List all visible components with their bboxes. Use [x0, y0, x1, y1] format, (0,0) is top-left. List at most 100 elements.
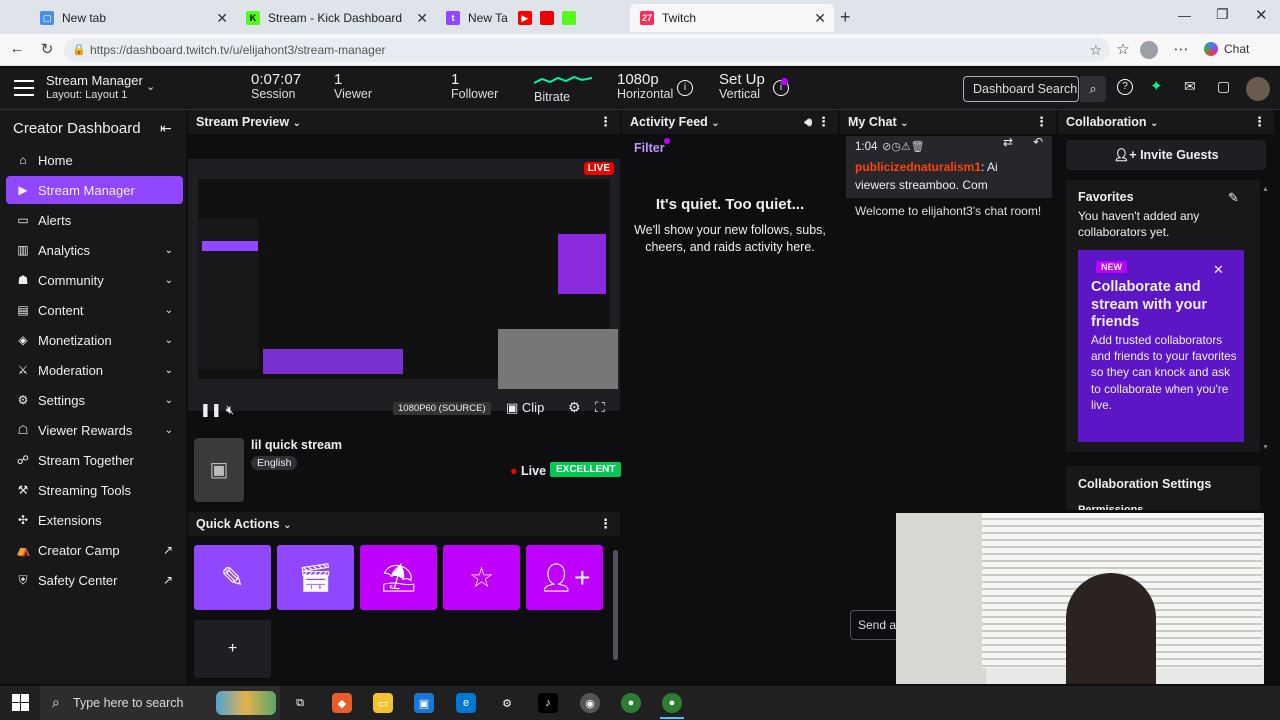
- scroll-down-icon[interactable]: ▼: [1262, 444, 1269, 451]
- tiktok-icon[interactable]: ♪: [538, 693, 558, 713]
- fullscreen-icon[interactable]: ⛶: [595, 399, 605, 416]
- close-icon[interactable]: ✕: [416, 10, 428, 27]
- profile-icon[interactable]: [1140, 41, 1158, 59]
- help-icon[interactable]: ?: [1117, 79, 1133, 95]
- video-player[interactable]: LIVE ❚❚ 🔇︎ 1080P60 (SOURCE) ▣ Clip ⚙ ⛶: [188, 159, 620, 417]
- prime-icon[interactable]: ✦: [1150, 77, 1163, 95]
- maximize-button[interactable]: ❐: [1216, 6, 1229, 23]
- rewards-button[interactable]: ⛱: [360, 545, 437, 610]
- pause-icon[interactable]: ❚❚: [200, 402, 222, 418]
- sidebar-item-analytics[interactable]: ▥ Analytics ⌄: [6, 236, 183, 264]
- collapse-icon[interactable]: ⇤: [160, 120, 172, 137]
- chevron-down-icon[interactable]: ⌄: [283, 520, 291, 531]
- filter-button[interactable]: Filter: [634, 141, 665, 155]
- app-icon[interactable]: ⚙: [497, 693, 517, 713]
- pin-icon[interactable]: ⇄: [1003, 135, 1013, 149]
- clip-action-button[interactable]: 🎬︎: [277, 545, 354, 610]
- highlight-button[interactable]: ☆: [443, 545, 520, 610]
- edit-stream-info-button[interactable]: ✎: [194, 545, 271, 610]
- chevron-down-icon[interactable]: ⌄: [165, 275, 173, 286]
- inbox-icon[interactable]: ✉: [1184, 78, 1196, 95]
- more-vertical-icon[interactable]: ⋮: [599, 110, 612, 134]
- info-icon[interactable]: i: [677, 80, 693, 96]
- scrollbar[interactable]: [613, 550, 618, 660]
- mute-icon[interactable]: 🔇︎: [226, 402, 234, 418]
- new-tab-button[interactable]: +: [840, 7, 851, 28]
- chevron-down-icon[interactable]: ⌄: [165, 395, 173, 406]
- scroll-up-icon[interactable]: ▲: [1262, 186, 1269, 193]
- more-vertical-icon[interactable]: ⋮: [1253, 110, 1266, 134]
- setup-vertical[interactable]: Set Up Vertical: [719, 72, 765, 101]
- menu-icon[interactable]: [14, 80, 34, 96]
- invite-guests-button[interactable]: 👤︎+ Invite Guests: [1066, 140, 1266, 170]
- sidebar-item-stream-manager[interactable]: ▶ Stream Manager: [6, 176, 183, 204]
- sidebar-item-moderation[interactable]: ⚔ Moderation ⌄: [6, 356, 183, 384]
- sidebar-item-streaming-tools[interactable]: ⚒ Streaming Tools: [6, 476, 183, 504]
- window-close-button[interactable]: ✕: [1255, 6, 1268, 24]
- url-field[interactable]: 🔒 https://dashboard.twitch.tv/u/elijahon…: [64, 38, 1110, 62]
- external-link-icon[interactable]: ↗: [163, 573, 173, 587]
- sidebar-item-alerts[interactable]: ▭ Alerts: [6, 206, 183, 234]
- store-icon[interactable]: ▣: [414, 693, 434, 713]
- sidebar-item-community[interactable]: ☗ Community ⌄: [6, 266, 183, 294]
- more-vertical-icon[interactable]: ⋮: [599, 512, 612, 536]
- dashboard-search-input[interactable]: Dashboard Search: [963, 76, 1079, 102]
- chrome-icon-2[interactable]: ●: [662, 693, 682, 713]
- sidebar-item-creator-camp[interactable]: ⛺ Creator Camp ↗: [6, 536, 183, 564]
- search-icon[interactable]: ⌕: [1080, 76, 1106, 102]
- task-view-icon[interactable]: ⧉: [290, 693, 310, 713]
- chevron-down-icon[interactable]: ⌄: [711, 118, 719, 129]
- windows-start-icon[interactable]: [12, 694, 29, 711]
- chevron-down-icon[interactable]: ⌄: [293, 118, 301, 129]
- gear-icon[interactable]: ⚙: [568, 399, 581, 416]
- favorites-icon[interactable]: ☆: [1112, 40, 1134, 58]
- whispers-icon[interactable]: ▢: [1217, 78, 1230, 95]
- chevron-down-icon[interactable]: ⌄: [1150, 118, 1158, 129]
- chevron-down-icon[interactable]: ⌄: [146, 80, 155, 93]
- mod-action-icons[interactable]: ⊘◷⚠🗑︎: [882, 140, 925, 153]
- add-quick-action-button[interactable]: +: [194, 620, 271, 678]
- close-icon[interactable]: ✕: [216, 10, 228, 27]
- clip-button[interactable]: ▣ Clip: [506, 400, 544, 416]
- sidebar-item-settings[interactable]: ⚙ Settings ⌄: [6, 386, 183, 414]
- sidebar-item-content[interactable]: ▤ Content ⌄: [6, 296, 183, 324]
- more-vertical-icon[interactable]: ⋮: [817, 110, 830, 134]
- chat-username[interactable]: publicizednaturalism1: [855, 160, 981, 174]
- chevron-down-icon[interactable]: ⌄: [165, 305, 173, 316]
- sidebar-item-extensions[interactable]: ✣ Extensions: [6, 506, 183, 534]
- sidebar-item-viewer-rewards[interactable]: ☖ Viewer Rewards ⌄: [6, 416, 183, 444]
- language-tag[interactable]: English: [251, 456, 298, 470]
- add-user-button[interactable]: 👤︎+: [526, 545, 603, 610]
- tab-kick[interactable]: K Stream - Kick Dashboard ✕: [236, 4, 436, 32]
- copilot-icon[interactable]: ◆: [332, 693, 352, 713]
- stream-title[interactable]: lil quick stream: [251, 438, 342, 452]
- external-link-icon[interactable]: ↗: [163, 543, 173, 557]
- pencil-icon[interactable]: ✎: [1228, 190, 1239, 206]
- sidebar-item-monetization[interactable]: ◈ Monetization ⌄: [6, 326, 183, 354]
- close-icon[interactable]: ✕: [814, 10, 826, 27]
- quality-badge[interactable]: 1080P60 (SOURCE): [393, 402, 491, 415]
- star-icon[interactable]: ☆: [1089, 38, 1102, 62]
- minimize-button[interactable]: —: [1178, 8, 1191, 23]
- tab-new-ta[interactable]: t New Ta ▶: [436, 4, 606, 32]
- sidebar-item-stream-together[interactable]: ☍ Stream Together: [6, 446, 183, 474]
- taskbar-search[interactable]: ⌕ Type here to search: [40, 686, 280, 720]
- sound-icon[interactable]: 🔊︎: [804, 110, 812, 134]
- tab-twitch[interactable]: 27 Twitch ✕: [630, 4, 834, 32]
- chrome-icon[interactable]: ●: [621, 693, 641, 713]
- more-icon[interactable]: ⋯: [1170, 40, 1192, 58]
- file-explorer-icon[interactable]: ▭: [373, 693, 393, 713]
- edge-icon[interactable]: e: [456, 693, 476, 713]
- more-vertical-icon[interactable]: ⋮: [1035, 110, 1048, 134]
- reload-icon[interactable]: ↻: [36, 40, 58, 58]
- chat-label[interactable]: Chat: [1224, 42, 1249, 56]
- chevron-down-icon[interactable]: ⌄: [165, 425, 173, 436]
- tab-new-tab[interactable]: ▢ New tab ✕: [30, 4, 236, 32]
- chevron-down-icon[interactable]: ⌄: [165, 335, 173, 346]
- sidebar-item-home[interactable]: ⌂ Home: [6, 146, 183, 174]
- close-icon[interactable]: ✕: [1213, 262, 1224, 278]
- avatar[interactable]: [1246, 77, 1270, 101]
- reply-icon[interactable]: ↶: [1033, 135, 1043, 149]
- chevron-down-icon[interactable]: ⌄: [165, 365, 173, 376]
- chevron-down-icon[interactable]: ⌄: [165, 245, 173, 256]
